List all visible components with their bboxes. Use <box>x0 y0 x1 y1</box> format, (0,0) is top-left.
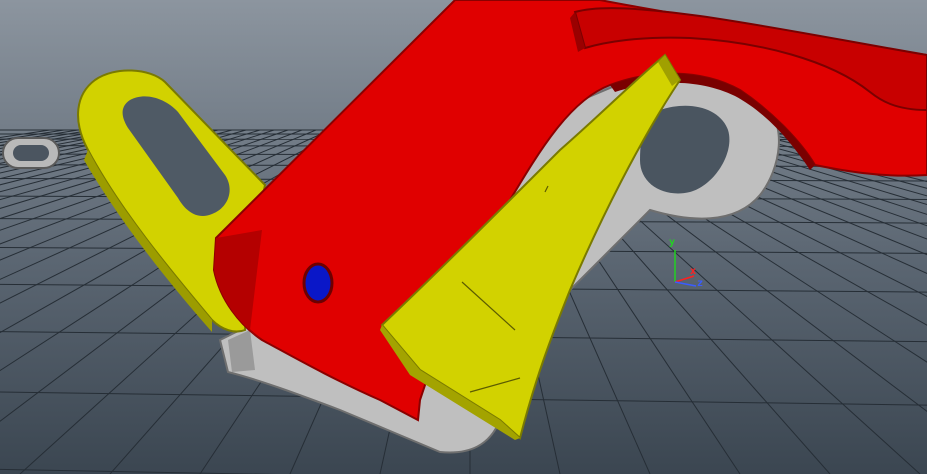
viewport-canvas[interactable]: y x z <box>0 0 927 474</box>
x-axis-label: x <box>690 266 696 277</box>
y-axis-label: y <box>669 237 675 248</box>
pin-hole[interactable] <box>302 262 334 304</box>
z-axis-label: z <box>697 278 703 289</box>
chain-link-object[interactable] <box>2 137 60 169</box>
3d-viewport[interactable]: y x z <box>0 0 927 474</box>
